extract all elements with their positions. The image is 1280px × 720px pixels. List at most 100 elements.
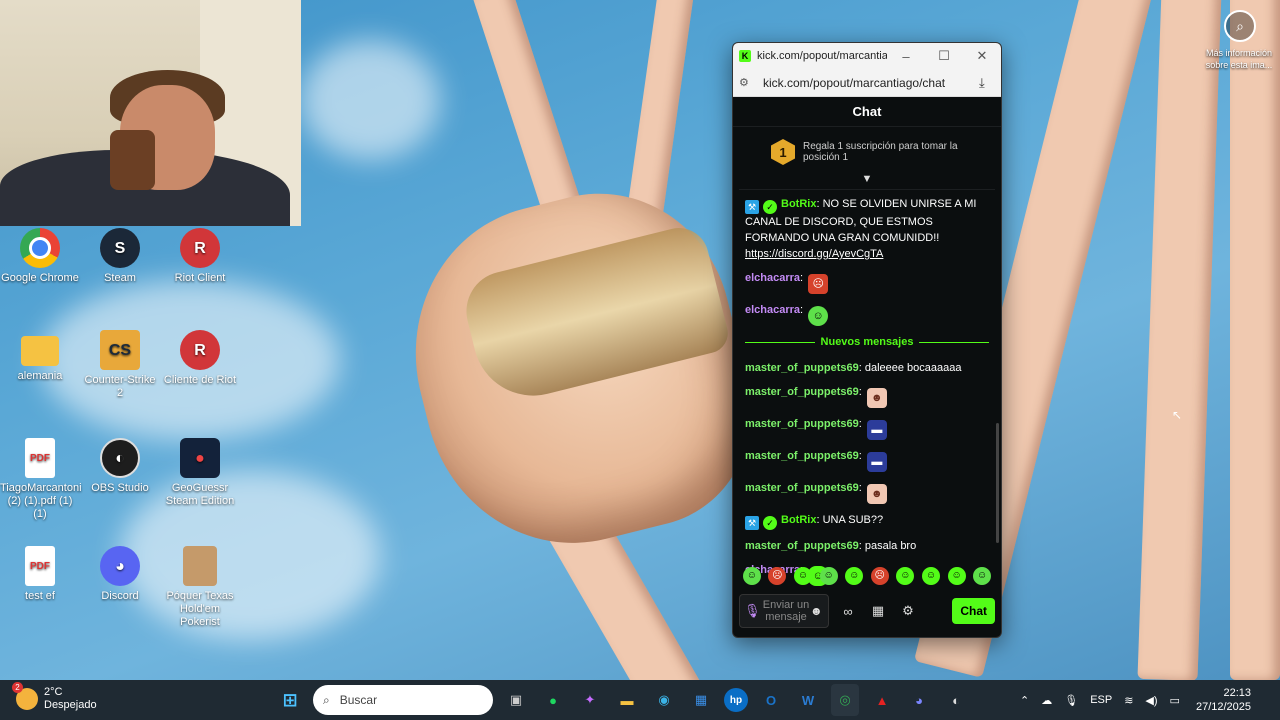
desktop-icon-tiago-pdf[interactable]: PDF TiagoMarcantoni (2) (1).pdf (1) (1) [0,438,82,521]
desktop-icon-test-ef[interactable]: PDF test ef [0,546,80,603]
taskbar-search[interactable]: ⌕ Buscar [313,685,493,715]
quick-emote-icon[interactable]: ☺ [921,567,940,585]
windows-start-icon[interactable]: ⊞ [276,684,304,716]
pdf-icon: PDF [25,438,55,478]
emoji-picker-icon[interactable]: ☻ [810,604,824,618]
mouse-cursor-icon: ↖ [1172,408,1183,422]
chevron-up-icon[interactable]: ⌃ [1020,694,1029,707]
desktop-icon-counter-strike-2[interactable]: CS Counter-Strike 2 [80,330,160,400]
weather-description: Despejado [44,699,97,711]
discord-link[interactable]: https://discord.gg/AyevCgTA [745,248,883,260]
visual-search-lens-icon[interactable]: ⌕ [1224,10,1256,42]
chrome-icon [20,228,60,268]
quick-emote-icon[interactable]: ☺ [947,567,966,585]
popup-titlebar[interactable]: K kick.com/popout/marcantia... – ☐ ✕ [733,43,1001,69]
system-tray: ⌃ ☁ 🎙 ESP ≋ ◀) ▭ 22:13 27/12/2025 [1020,680,1251,720]
popup-url-bar[interactable]: ⚙ kick.com/popout/marcantiago/chat ⤓ [733,69,1001,97]
word-icon[interactable]: W [794,684,822,716]
taskbar-search-placeholder: Buscar [339,693,378,707]
quick-emote-icon[interactable]: ☺ [973,567,992,585]
chat-username[interactable]: master_of_puppets69 [745,362,859,374]
desktop-icon-cliente-de-riot[interactable]: R Cliente de Riot [160,330,240,387]
chat-message: master_of_puppets69: pasala bro [745,540,917,552]
verified-badge-icon: ✓ [763,200,777,214]
microphone-tray-icon[interactable]: 🎙 [1064,694,1078,707]
onedrive-cloud-icon[interactable]: ☁ [1041,694,1052,707]
chat-scrollbar[interactable] [996,423,999,543]
desktop-icon-alemania[interactable]: alemania [0,330,80,383]
copilot-icon[interactable]: ✦ [576,684,604,716]
chat-message: master_of_puppets69: ☻ [745,480,989,504]
chat-settings-gear-icon[interactable]: ⚙ [897,603,919,619]
microsoft-store-icon[interactable]: ▦ [687,684,715,716]
pdf-reader-icon[interactable]: ▲ [868,684,896,716]
pdf-icon: PDF [25,546,55,586]
discord-taskbar-icon[interactable]: ◕ [905,684,933,716]
file-explorer-icon[interactable]: ▬ [613,684,641,716]
wallpaper-wheel-strut [1230,0,1280,680]
download-icon[interactable]: ⤓ [979,75,995,91]
minimize-button[interactable]: – [887,49,925,64]
store-icon[interactable]: ▦ [867,603,889,619]
clock[interactable]: 22:13 27/12/2025 [1196,686,1251,714]
pinned-message-toggle-icon[interactable]: ▼ [739,169,995,190]
chat-username[interactable]: master_of_puppets69 [745,418,859,430]
chat-message-text: NO SE OLVIDEN UNIRSE A MI CANAL DE DISCO… [745,198,977,244]
battery-icon[interactable]: ▭ [1170,694,1180,707]
desktop-icon-google-chrome[interactable]: Google Chrome [0,228,80,285]
riot-icon: R [180,330,220,370]
desktop-icon-geoguessr[interactable]: ● GeoGuessr Steam Edition [160,438,240,508]
chat-username[interactable]: master_of_puppets69 [745,450,859,462]
emote-icon: ☺ [808,306,829,326]
discord-icon: ◕ [100,546,140,586]
desktop-icon-steam[interactable]: S Steam [80,228,160,285]
chat-username[interactable]: BotRix [781,514,816,526]
weather-widget[interactable]: 2 2°C Despejado [12,682,97,712]
obs-taskbar-icon[interactable]: ◐ [942,684,970,716]
volume-icon[interactable]: ◀) [1145,694,1157,707]
quick-emote-icon[interactable]: ☺ [793,567,812,585]
geoguessr-icon: ● [180,438,220,478]
popup-url[interactable]: kick.com/popout/marcantiago/chat [763,76,979,90]
language-indicator[interactable]: ESP [1090,694,1112,706]
hp-icon[interactable]: hp [724,688,748,712]
quick-emote-icon[interactable]: ☺ [845,567,864,585]
desktop-icon-riot-client[interactable]: R Riot Client [160,228,240,285]
chat-username[interactable]: master_of_puppets69 [745,386,859,398]
desktop-icon-discord[interactable]: ◕ Discord [80,546,160,603]
quick-emote-icon[interactable]: ☺ [819,567,838,585]
outlook-icon[interactable]: O [757,684,785,716]
chat-username[interactable]: elchacarra [745,272,800,284]
desktop-icon-poquer[interactable]: Póquer Texas Hold'em Pokerist [160,546,240,629]
chat-popup-window: K kick.com/popout/marcantia... – ☐ ✕ ⚙ k… [732,42,1002,638]
quick-emote-icon[interactable]: ☺ [896,567,915,585]
chat-header: Chat [733,97,1001,127]
close-button[interactable]: ✕ [963,48,1001,64]
quick-emote-icon[interactable]: ☺ [742,567,761,585]
users-infinity-icon[interactable]: ∞ [837,604,859,619]
quick-emote-icon[interactable]: ☹ [768,567,787,585]
emote-icon: ☹ [808,274,829,294]
rank-badge-icon: 1 [771,139,795,165]
chrome-taskbar-icon[interactable]: ◎ [831,684,859,716]
edge-icon[interactable]: ◉ [650,684,678,716]
site-settings-icon[interactable]: ⚙ [739,76,755,89]
desktop-icon-obs-studio[interactable]: ◐ OBS Studio [80,438,160,495]
chat-message-text: UNA SUB?? [822,514,884,526]
spotify-icon[interactable]: ● [539,684,567,716]
obs-icon: ◐ [100,438,140,478]
task-view-icon[interactable]: ▣ [502,684,530,716]
chat-message-input[interactable]: 🎙 Enviar un mensaje ☻ [739,594,829,628]
lens-info-text[interactable]: Más información sobre esta ima... [1200,47,1278,71]
send-chat-button[interactable]: Chat [952,598,995,624]
sub-gift-banner[interactable]: 1 Regala 1 suscripción para tomar la pos… [733,127,1001,169]
microphone-icon[interactable]: 🎙 [744,603,762,619]
chat-username[interactable]: master_of_puppets69 [745,482,859,494]
chat-username[interactable]: master_of_puppets69 [745,540,859,552]
maximize-button[interactable]: ☐ [925,48,963,64]
chat-message: master_of_puppets69: ▬ [745,448,989,472]
wifi-icon[interactable]: ≋ [1124,694,1133,707]
chat-username[interactable]: BotRix [781,198,816,210]
quick-emote-icon[interactable]: ☹ [870,567,889,585]
chat-username[interactable]: elchacarra [745,304,800,316]
